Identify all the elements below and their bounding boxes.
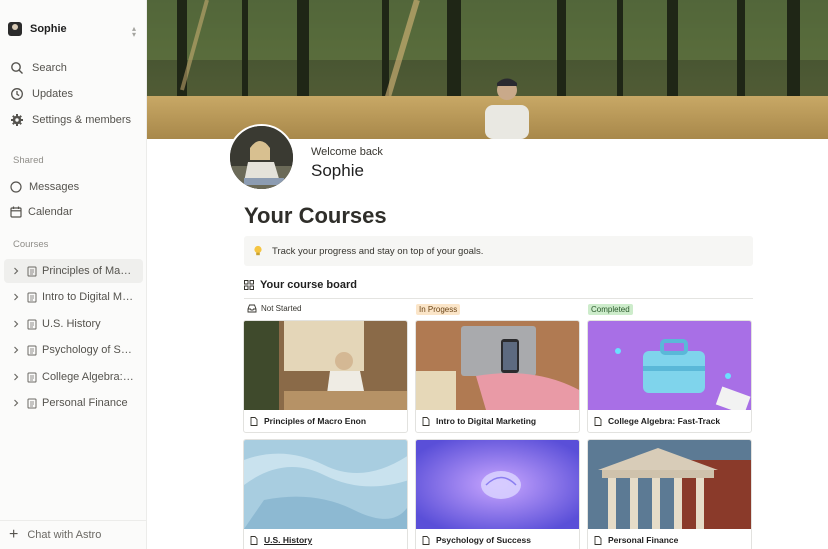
clock-icon bbox=[11, 88, 23, 100]
column-not-started: Not Started bbox=[247, 304, 301, 313]
sidebar-course-finance[interactable]: Personal Finance bbox=[4, 391, 143, 415]
chevron-right-icon[interactable] bbox=[11, 372, 21, 382]
course-image bbox=[416, 440, 579, 529]
nav-settings-label: Settings & members bbox=[32, 114, 132, 126]
course-image bbox=[416, 321, 579, 410]
status-badge: In Progess bbox=[416, 304, 461, 315]
page-icon bbox=[27, 372, 37, 382]
shared-section-label: Shared bbox=[13, 155, 44, 166]
board-icon bbox=[244, 280, 254, 290]
chevron-right-icon[interactable] bbox=[11, 345, 21, 355]
page-icon bbox=[27, 319, 37, 329]
gear-icon bbox=[11, 114, 23, 126]
course-image bbox=[588, 440, 751, 529]
board-title-label: Your course board bbox=[260, 279, 357, 291]
nav-search-label: Search bbox=[32, 62, 67, 74]
search-icon bbox=[11, 62, 23, 74]
card-title-text: College Algebra: Fast-Track bbox=[608, 416, 721, 426]
course-card-macro[interactable]: Principles of Macro Enon bbox=[243, 320, 408, 433]
sidebar-course-label: Intro to Digital Marketing bbox=[42, 291, 136, 303]
welcome-text: Welcome back bbox=[311, 146, 383, 158]
nav-search[interactable]: Search bbox=[10, 61, 67, 75]
nav-updates-label: Updates bbox=[32, 88, 73, 100]
card-title: Personal Finance bbox=[588, 529, 751, 549]
page-icon bbox=[250, 416, 258, 426]
sidebar-course-label: Principles of Macro Enon bbox=[42, 265, 136, 277]
nav-settings[interactable]: Settings & members bbox=[10, 113, 131, 127]
page-icon bbox=[27, 292, 37, 302]
nav-updates[interactable]: Updates bbox=[10, 87, 73, 101]
sidebar-course-label: Personal Finance bbox=[42, 397, 128, 409]
sidebar-course-history[interactable]: U.S. History bbox=[4, 312, 143, 336]
course-card-algebra[interactable]: College Algebra: Fast-Track bbox=[587, 320, 752, 433]
column-label: Not Started bbox=[261, 304, 302, 313]
page-icon bbox=[594, 535, 602, 545]
card-title-text: Psychology of Success bbox=[436, 535, 531, 545]
column-completed: Completed bbox=[588, 304, 633, 315]
chat-with-astro-label: Chat with Astro bbox=[27, 529, 102, 541]
page-icon bbox=[27, 398, 37, 408]
courses-section-label: Courses bbox=[13, 239, 49, 250]
sidebar-course-macro[interactable]: Principles of Macro Enon bbox=[4, 259, 143, 283]
chevron-right-icon[interactable] bbox=[11, 319, 21, 329]
chat-bubble-icon bbox=[10, 181, 22, 193]
card-title-text: Intro to Digital Marketing bbox=[436, 416, 537, 426]
workspace-avatar bbox=[8, 22, 22, 36]
sidebar-course-label: College Algebra: Fast-Track bbox=[42, 371, 136, 383]
card-title: Psychology of Success bbox=[416, 529, 579, 549]
callout: Track your progress and stay on top of y… bbox=[244, 236, 753, 266]
chevron-right-icon[interactable] bbox=[11, 292, 21, 302]
callout-text: Track your progress and stay on top of y… bbox=[272, 245, 484, 257]
chevron-updown-icon[interactable]: ▴ ▾ bbox=[132, 25, 136, 39]
profile-avatar bbox=[228, 124, 295, 191]
sidebar: Sophie ▴ ▾ Search Updates Settings & memb… bbox=[0, 0, 147, 549]
workspace-switcher[interactable]: Sophie bbox=[8, 22, 67, 36]
sidebar-course-psychology[interactable]: Psychology of Success bbox=[4, 338, 143, 362]
course-card-finance[interactable]: Personal Finance bbox=[587, 439, 752, 549]
column-in-progress: In Progess bbox=[416, 304, 461, 315]
board-title: Your course board bbox=[244, 279, 357, 291]
status-badge: Completed bbox=[588, 304, 633, 315]
chat-with-astro-button[interactable]: + Chat with Astro bbox=[0, 520, 147, 549]
nav-calendar[interactable]: Calendar bbox=[9, 205, 73, 219]
sidebar-course-label: Psychology of Success bbox=[42, 344, 136, 356]
chevron-right-icon[interactable] bbox=[11, 266, 21, 276]
card-title: U.S. History bbox=[244, 529, 407, 549]
lightbulb-icon bbox=[254, 245, 262, 256]
course-image bbox=[244, 440, 407, 529]
workspace-name: Sophie bbox=[30, 23, 67, 35]
course-image bbox=[244, 321, 407, 410]
page-icon bbox=[250, 535, 258, 545]
card-title-text: U.S. History bbox=[264, 535, 313, 545]
cover-image bbox=[147, 0, 828, 139]
course-card-marketing[interactable]: Intro to Digital Marketing bbox=[415, 320, 580, 433]
divider bbox=[244, 298, 753, 299]
page-icon bbox=[27, 345, 37, 355]
page-icon bbox=[422, 416, 430, 426]
course-card-psychology[interactable]: Psychology of Success bbox=[415, 439, 580, 549]
nav-messages[interactable]: Messages bbox=[9, 180, 79, 194]
card-title-text: Personal Finance bbox=[608, 535, 679, 545]
page-icon bbox=[27, 266, 37, 276]
page-icon bbox=[422, 535, 430, 545]
sidebar-course-algebra[interactable]: College Algebra: Fast-Track bbox=[4, 365, 143, 389]
nav-calendar-label: Calendar bbox=[28, 206, 73, 218]
page-title: Your Courses bbox=[244, 203, 387, 228]
sidebar-course-marketing[interactable]: Intro to Digital Marketing bbox=[4, 285, 143, 309]
calendar-icon bbox=[10, 206, 22, 218]
card-title: Intro to Digital Marketing bbox=[416, 410, 579, 432]
plus-icon: + bbox=[9, 526, 19, 543]
course-card-history[interactable]: U.S. History bbox=[243, 439, 408, 549]
chevron-right-icon[interactable] bbox=[11, 398, 21, 408]
inbox-icon bbox=[247, 304, 257, 313]
username-text: Sophie bbox=[311, 161, 364, 180]
card-title-text: Principles of Macro Enon bbox=[264, 416, 367, 426]
page-icon bbox=[594, 416, 602, 426]
sidebar-course-label: U.S. History bbox=[42, 318, 101, 330]
card-title: Principles of Macro Enon bbox=[244, 410, 407, 432]
course-image bbox=[588, 321, 751, 410]
card-title: College Algebra: Fast-Track bbox=[588, 410, 751, 432]
nav-messages-label: Messages bbox=[29, 181, 80, 193]
